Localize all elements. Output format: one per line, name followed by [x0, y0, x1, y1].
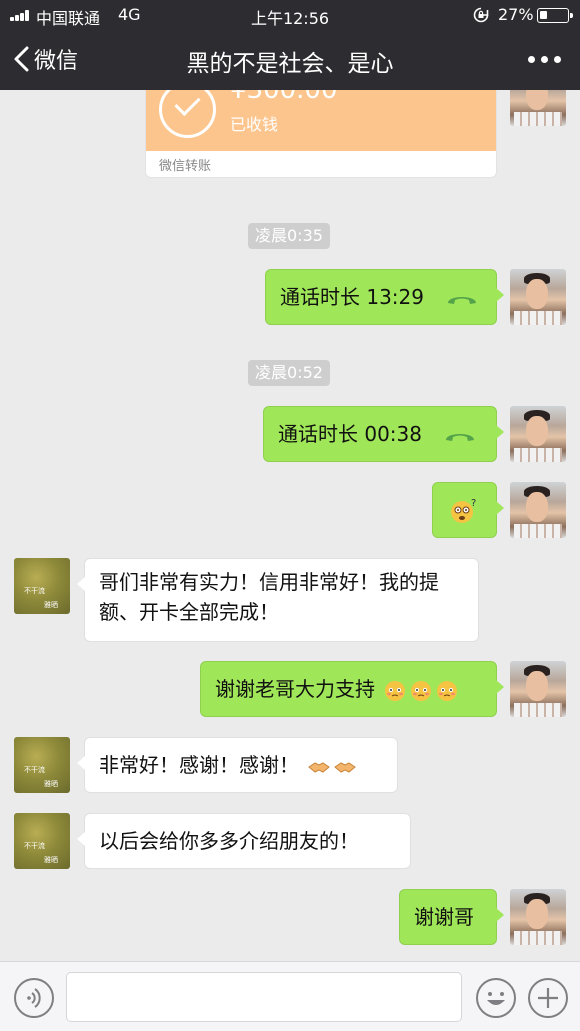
message-text: 谢谢哥 — [414, 905, 474, 929]
my-avatar[interactable] — [510, 889, 566, 945]
phone-handset-icon — [446, 433, 475, 441]
incoming-message-bubble[interactable]: 哥们非常有实力！信用非常好！我的提额、开卡全部完成！ — [77, 558, 479, 642]
transfer-status: 已收钱 — [230, 115, 279, 134]
incoming-message-bubble[interactable]: 以后会给你多多介绍朋友的！ — [77, 813, 411, 869]
check-circle-icon — [159, 90, 216, 138]
nav-bar: 微信 黑的不是社会、是心 — [0, 30, 580, 90]
my-avatar[interactable] — [510, 482, 566, 538]
flushed-face-emoji-icon — [437, 680, 458, 701]
contact-avatar[interactable]: 不干流 雅晒 — [14, 737, 70, 793]
top-bar: 中国联通 4G 上午12:56 27% 微信 黑的不是社会、是心 — [0, 0, 580, 90]
voice-wave-icon — [27, 988, 41, 1008]
chat-title: 黑的不是社会、是心 — [186, 51, 394, 77]
handshake-emoji-icon — [334, 761, 357, 773]
message-text: 哥们非常有实力！信用非常好！我的提额、开卡全部完成！ — [99, 570, 439, 624]
transfer-amount: ¥300.00 — [230, 90, 338, 105]
chat-messages[interactable]: ¥300.00 已收钱 微信转账 凌晨0:35 通话时长 13:29 凌晨0:5… — [0, 90, 580, 961]
transfer-footer: 微信转账 — [159, 159, 212, 174]
my-avatar[interactable] — [510, 269, 566, 325]
timestamp: 凌晨0:52 — [248, 360, 330, 386]
rotation-lock-icon — [473, 7, 489, 23]
more-options-icon[interactable] — [528, 56, 562, 66]
message-text: 谢谢老哥大力支持 — [215, 677, 375, 701]
message-input[interactable] — [66, 972, 462, 1022]
status-time: 上午12:56 — [250, 9, 330, 28]
my-avatar[interactable] — [510, 661, 566, 717]
contact-avatar[interactable]: 不干流 雅晒 — [14, 813, 70, 869]
battery-percent: 27% — [498, 5, 534, 24]
more-actions-button[interactable] — [528, 978, 568, 1018]
my-avatar[interactable] — [510, 406, 566, 462]
call-record-bubble[interactable]: 通话时长 13:29 — [265, 269, 504, 325]
battery-icon — [537, 8, 573, 23]
incoming-message-bubble[interactable]: 非常好！感谢！感谢！ — [77, 737, 398, 793]
status-bar: 中国联通 4G 上午12:56 27% — [0, 0, 580, 30]
call-duration-text: 通话时长 00:38 — [278, 422, 422, 446]
voice-input-button[interactable] — [14, 978, 54, 1018]
call-record-bubble[interactable]: 通话时长 00:38 — [263, 406, 504, 462]
emoji-button[interactable] — [476, 978, 516, 1018]
smiley-icon — [487, 992, 505, 1005]
flushed-face-emoji-icon — [411, 680, 432, 701]
message-text: 非常好！感谢！感谢！ — [99, 753, 299, 777]
phone-handset-icon — [448, 296, 477, 304]
svg-text:?: ? — [471, 498, 476, 509]
emoji-message-bubble[interactable]: ? — [432, 482, 504, 538]
handshake-emoji-icon — [308, 761, 331, 773]
outgoing-message-bubble[interactable]: 谢谢老哥大力支持 — [200, 661, 504, 717]
input-bar — [0, 961, 580, 1031]
contact-avatar[interactable]: 不干流 雅晒 — [14, 558, 70, 614]
message-text: 以后会给你多多介绍朋友的！ — [99, 829, 359, 853]
call-duration-text: 通话时长 13:29 — [280, 285, 424, 309]
flushed-face-emoji-icon — [385, 680, 406, 701]
transfer-card[interactable]: ¥300.00 已收钱 微信转账 — [145, 90, 497, 178]
timestamp: 凌晨0:35 — [248, 223, 330, 249]
outgoing-message-bubble[interactable]: 谢谢哥 — [399, 889, 504, 945]
dizzy-face-emoji-icon: ? — [451, 498, 476, 523]
plus-icon — [538, 988, 558, 1008]
my-avatar[interactable] — [510, 90, 566, 126]
